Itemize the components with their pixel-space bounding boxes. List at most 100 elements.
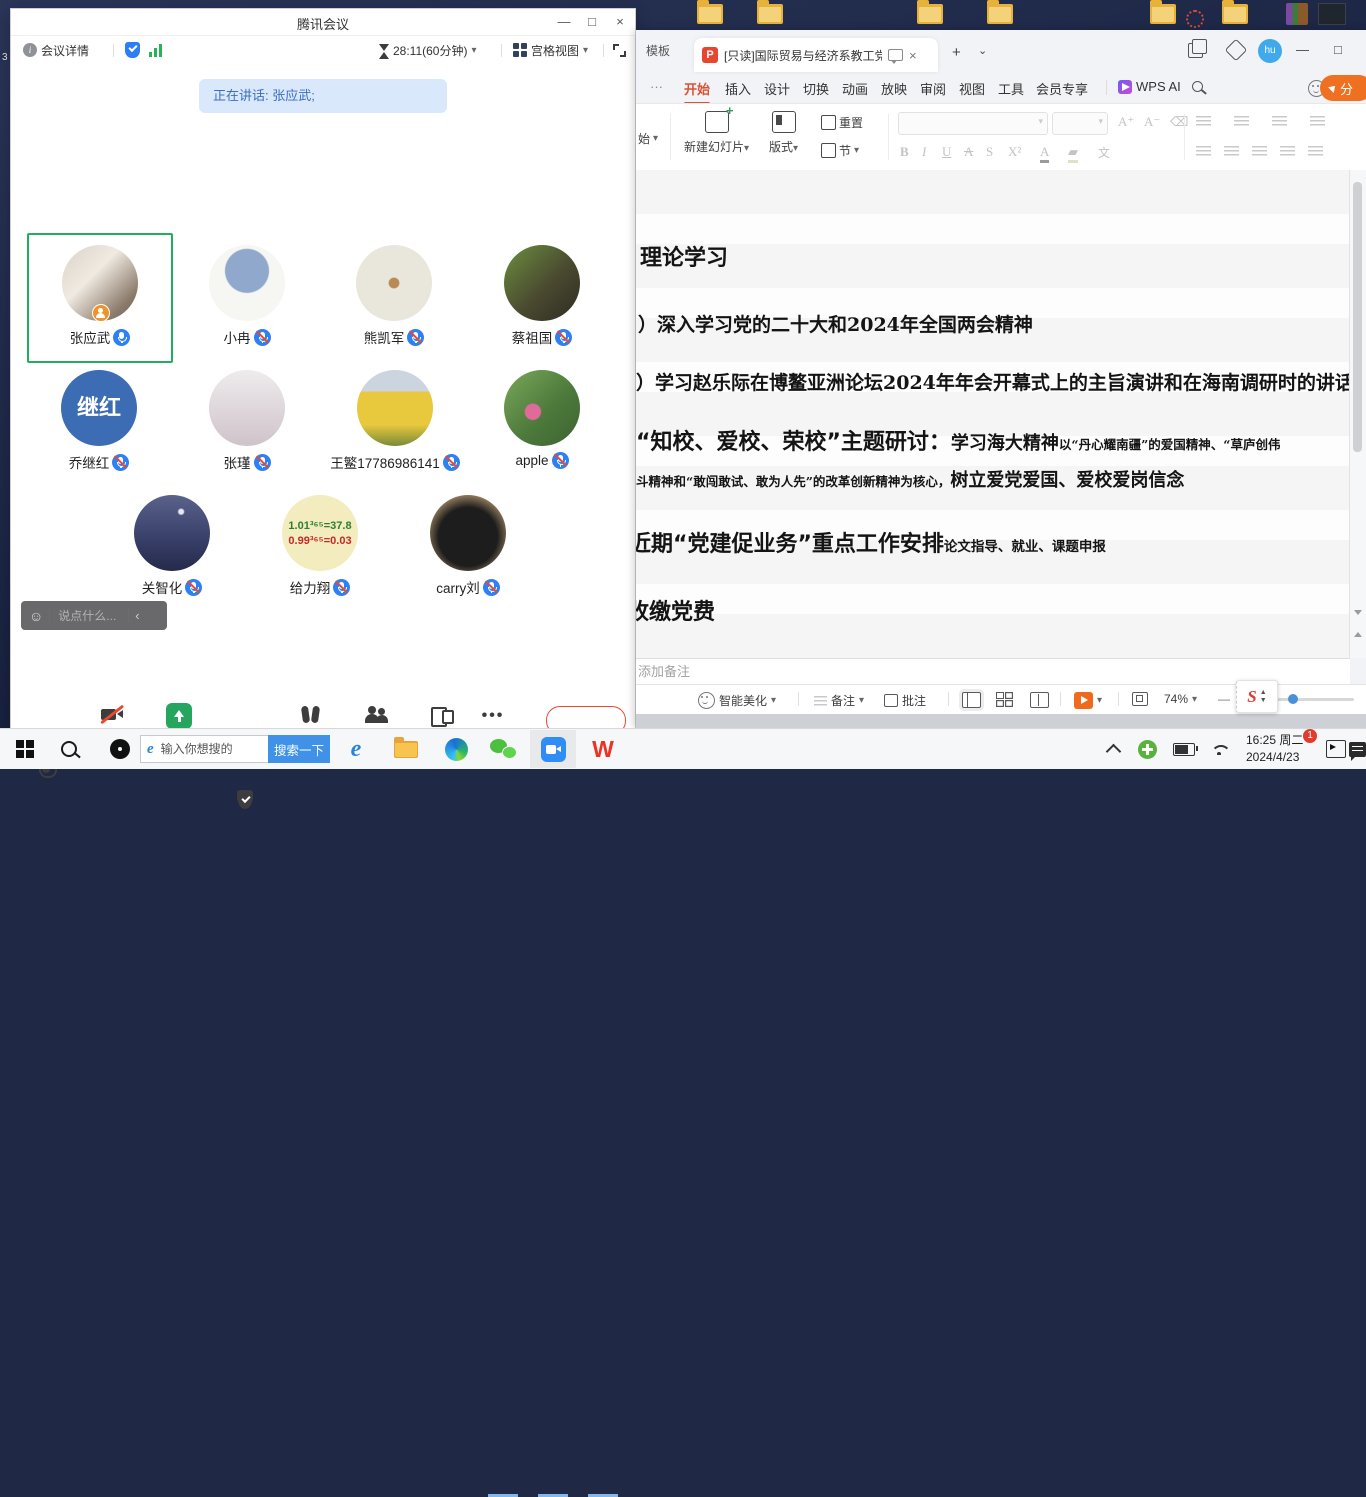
share-screen-button[interactable] — [164, 701, 194, 731]
mic-muted-icon[interactable] — [443, 454, 460, 471]
desktop-folder-icon[interactable] — [1222, 4, 1248, 24]
section-button[interactable]: 节▾ — [821, 142, 859, 159]
more-menus-icon[interactable]: ··· — [650, 79, 663, 94]
tab-membership[interactable]: 会员专享 — [1036, 79, 1088, 98]
align-right-icon[interactable] — [1252, 146, 1267, 157]
mic-on-icon[interactable] — [113, 329, 130, 346]
participant-tile[interactable]: 张应武 — [27, 233, 173, 363]
taskbar-wechat-button[interactable] — [484, 729, 520, 769]
line-spacing-icon[interactable] — [1308, 146, 1323, 157]
italic-button[interactable]: I — [922, 144, 926, 160]
desktop-folder-icon[interactable] — [697, 4, 723, 24]
normal-view-button[interactable] — [962, 692, 981, 708]
scrollbar-thumb[interactable] — [1353, 182, 1362, 452]
underline-button[interactable]: U — [942, 144, 951, 160]
pinned-app-button[interactable] — [104, 729, 136, 769]
participant-tile[interactable]: apple — [469, 358, 615, 488]
tab-insert[interactable]: 插入 — [725, 79, 751, 98]
numbered-list-icon[interactable] — [1234, 116, 1249, 127]
down-arrow-icon[interactable]: ▼ — [1260, 697, 1267, 704]
maximize-button[interactable]: □ — [579, 12, 605, 32]
font-color-button[interactable]: A — [1040, 144, 1049, 163]
comment-bubble-icon[interactable] — [888, 49, 903, 61]
participant-tile[interactable]: carry刘 — [395, 483, 541, 613]
more-button[interactable]: ••• — [478, 701, 508, 731]
wps-minimize-button[interactable]: — — [1296, 42, 1309, 57]
desktop-folder-icon[interactable] — [917, 4, 943, 24]
tray-media-button[interactable] — [1324, 729, 1348, 769]
security-status-button[interactable] — [125, 40, 140, 60]
decrease-indent-icon[interactable] — [1272, 116, 1287, 127]
fit-window-button[interactable] — [1132, 692, 1148, 706]
tab-view[interactable]: 视图 — [959, 79, 985, 98]
participant-tile[interactable]: 继红 乔继红 — [26, 358, 172, 488]
wps-maximize-button[interactable]: □ — [1334, 42, 1342, 57]
participant-tile[interactable]: 王鳘17786986141 — [322, 358, 468, 488]
taskbar-explorer-button[interactable] — [388, 729, 424, 769]
slide-canvas[interactable]: 理论学习 ）深入学习党的二十大和2024年全国两会精神 ）学习赵乐际在博鳌亚洲论… — [636, 170, 1350, 658]
shadow-button[interactable]: S — [986, 144, 993, 160]
font-name-select[interactable] — [898, 112, 1048, 135]
mic-muted-icon[interactable] — [407, 329, 424, 346]
zoom-out-button[interactable]: — — [1218, 692, 1230, 706]
side-by-side-icon[interactable] — [1188, 43, 1203, 58]
tab-list-chevron-icon[interactable]: ⌄ — [978, 44, 987, 57]
search-icon[interactable] — [1192, 81, 1203, 92]
layout-button[interactable]: 版式▾ — [769, 111, 798, 155]
superscript-button[interactable]: X² — [1008, 144, 1021, 160]
pinyin-guide-button[interactable]: 文 — [1098, 144, 1110, 161]
minimize-button[interactable]: — — [551, 12, 577, 32]
interaction-button[interactable] — [295, 701, 325, 731]
mic-muted-icon[interactable] — [185, 579, 202, 596]
chat-quick-bar[interactable]: ☺ ‹ — [21, 601, 167, 630]
participant-tile[interactable]: 张瑾 — [174, 358, 320, 488]
tab-animation[interactable]: 动画 — [842, 79, 868, 98]
desktop-folder-icon[interactable] — [1150, 4, 1176, 24]
scroll-down-icon[interactable] — [1354, 610, 1362, 615]
bold-button[interactable]: B — [900, 144, 909, 160]
beautify-button[interactable]: 智能美化▾ — [698, 692, 776, 709]
close-button[interactable]: × — [607, 12, 633, 32]
mic-muted-icon[interactable] — [112, 454, 129, 471]
tab-close-icon[interactable]: × — [909, 48, 917, 63]
mic-muted-icon[interactable] — [254, 329, 271, 346]
mic-muted-icon[interactable] — [555, 329, 572, 346]
align-center-icon[interactable] — [1224, 146, 1239, 157]
tray-expand-button[interactable] — [1100, 729, 1126, 769]
tab-slideshow[interactable]: 放映 — [881, 79, 907, 98]
participant-tile[interactable]: 小冉 — [174, 233, 320, 363]
grid-view-selector[interactable]: 宫格视图 ▾ — [513, 40, 588, 60]
tab-design[interactable]: 设计 — [764, 79, 790, 98]
reading-view-button[interactable] — [1030, 692, 1049, 708]
comment-button[interactable]: 批注 — [884, 692, 926, 709]
meeting-details-button[interactable]: i 会议详情 — [23, 40, 89, 60]
decrease-font-button[interactable]: A⁻ — [1144, 114, 1160, 130]
participant-tile[interactable]: 蔡祖国 — [469, 233, 615, 363]
taskbar-search-box[interactable]: e — [140, 735, 268, 763]
new-tab-button[interactable]: + — [952, 44, 961, 61]
camera-button[interactable] — [97, 701, 127, 731]
workspace-cube-icon[interactable] — [1225, 39, 1248, 62]
next-slide-icon[interactable] — [1354, 632, 1362, 637]
tray-battery[interactable] — [1170, 729, 1198, 769]
taskbar-meeting-button[interactable] — [534, 729, 572, 769]
apps-button[interactable] — [426, 701, 456, 731]
bullet-list-icon[interactable] — [1196, 116, 1211, 127]
meeting-timer[interactable]: 28:11(60分钟) ▾ — [379, 40, 477, 60]
slide-sorter-button[interactable] — [996, 692, 1013, 706]
tab-review[interactable]: 审阅 — [920, 79, 946, 98]
chat-input[interactable] — [56, 608, 122, 624]
members-button[interactable] — [362, 701, 392, 731]
user-avatar[interactable]: hu — [1258, 39, 1282, 63]
font-size-select[interactable] — [1052, 112, 1108, 135]
sogou-ime-widget[interactable]: S ▲▼ — [1236, 680, 1278, 713]
participant-tile[interactable]: 1.01³⁶⁵=37.8 0.99³⁶⁵=0.03 给力翔 — [247, 483, 393, 613]
mic-muted-icon[interactable] — [552, 452, 569, 469]
desktop-image-icon[interactable] — [1318, 3, 1346, 25]
align-left-icon[interactable] — [1196, 146, 1211, 157]
mic-muted-icon[interactable] — [483, 579, 500, 596]
zoom-level[interactable]: 74%▾ — [1164, 692, 1197, 706]
strikethrough-button[interactable]: A — [964, 144, 973, 160]
desktop-folder-icon[interactable] — [757, 4, 783, 24]
increase-indent-icon[interactable] — [1310, 116, 1325, 127]
